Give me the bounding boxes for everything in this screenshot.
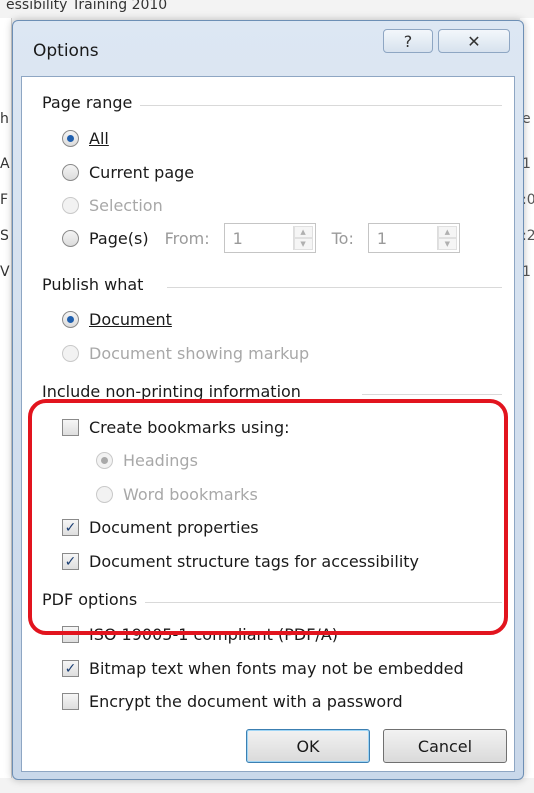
to-label: To: [331, 228, 354, 248]
checkbox-iso[interactable]: ISO 19005-1 compliant (PDF/A) [62, 625, 338, 644]
page-range-heading: Page range [42, 93, 141, 112]
dialog-title: Options [33, 41, 99, 61]
checkbox-create-bookmarks[interactable]: Create bookmarks using: [62, 418, 290, 437]
radio-document-label: Document [89, 310, 172, 329]
spin-down-icon[interactable]: ▼ [437, 238, 457, 250]
dialog-content: Page range All Current page Selection Pa… [21, 76, 515, 772]
checkbox-checked[interactable]: ✓ [62, 660, 79, 677]
encrypt-label: Encrypt the document with a password [89, 692, 403, 711]
radio-headings: Headings [96, 451, 198, 470]
from-spinner-arrows[interactable]: ▲ ▼ [292, 226, 313, 250]
close-icon: ✕ [467, 31, 481, 51]
radio-button-disabled [96, 486, 113, 503]
background-left-strip: h A F S V [0, 18, 12, 778]
non-printing-heading: Include non-printing information [42, 382, 309, 401]
radio-word-bookmarks-label: Word bookmarks [123, 485, 258, 504]
spin-up-icon[interactable]: ▲ [293, 226, 313, 238]
radio-document[interactable]: Document [62, 310, 172, 329]
create-bookmarks-label: Create bookmarks using: [89, 418, 290, 437]
to-spinner[interactable]: 1 ▲ ▼ [367, 223, 460, 253]
document-properties-label: Document properties [89, 518, 259, 537]
radio-word-bookmarks: Word bookmarks [96, 485, 258, 504]
radio-selection: Selection [62, 196, 163, 215]
checkbox-unchecked[interactable] [62, 693, 79, 710]
checkbox-checked[interactable]: ✓ [62, 553, 79, 570]
group-divider [142, 602, 502, 603]
cancel-button[interactable]: Cancel [383, 729, 507, 763]
spin-up-icon[interactable]: ▲ [437, 226, 457, 238]
radio-document-markup-label: Document showing markup [89, 344, 310, 363]
radio-selection-label: Selection [89, 196, 163, 215]
radio-button[interactable] [62, 164, 79, 181]
iso-label: ISO 19005-1 compliant (PDF/A) [89, 625, 339, 644]
publish-what-heading: Publish what [42, 275, 152, 294]
to-value: 1 [376, 228, 388, 248]
background-window-title: essibility Training 2010 [6, 0, 168, 13]
group-divider [167, 287, 502, 288]
background-fragment: F [0, 192, 9, 208]
checkbox-checked[interactable]: ✓ [62, 519, 79, 536]
ok-button[interactable]: OK [246, 729, 370, 763]
from-value: 1 [232, 228, 243, 248]
radio-pages-label: Page(s) [89, 228, 149, 248]
radio-pages[interactable]: Page(s) From: 1 ▲ ▼ To: 1 ▲ ▼ [62, 223, 460, 253]
checkbox-structure-tags[interactable]: ✓ Document structure tags for accessibil… [62, 552, 419, 571]
radio-headings-label: Headings [123, 451, 198, 470]
radio-button-checked[interactable] [62, 130, 79, 147]
background-fragment: S [0, 228, 9, 244]
checkbox-bitmap-text[interactable]: ✓ Bitmap text when fonts may not be embe… [62, 659, 464, 678]
structure-tags-label: Document structure tags for accessibilit… [89, 552, 420, 571]
group-divider [132, 105, 502, 106]
radio-all-label: All [89, 129, 109, 148]
radio-button-disabled [62, 345, 79, 362]
background-fragment: V [0, 264, 10, 280]
bitmap-text-label: Bitmap text when fonts may not be embedd… [89, 659, 464, 678]
from-spinner[interactable]: 1 ▲ ▼ [223, 223, 316, 253]
help-icon: ? [403, 31, 413, 51]
background-fragment: A [0, 156, 10, 172]
radio-button[interactable] [62, 229, 79, 247]
checkbox-unchecked[interactable] [62, 626, 79, 643]
options-dialog: Options ? ✕ Page range All Current page … [12, 20, 524, 780]
radio-button-disabled-checked [96, 452, 113, 469]
close-button[interactable]: ✕ [438, 29, 510, 53]
radio-current-page[interactable]: Current page [62, 163, 194, 182]
to-spinner-arrows[interactable]: ▲ ▼ [436, 226, 457, 250]
radio-current-page-label: Current page [89, 163, 195, 182]
radio-button-checked[interactable] [62, 311, 79, 328]
group-divider [362, 394, 502, 395]
radio-all[interactable]: All [62, 129, 109, 148]
spin-down-icon[interactable]: ▼ [293, 238, 313, 250]
checkbox-unchecked[interactable] [62, 419, 79, 436]
background-fragment: h [0, 111, 9, 127]
checkbox-encrypt[interactable]: Encrypt the document with a password [62, 692, 403, 711]
from-label: From: [164, 228, 210, 248]
pdf-options-heading: PDF options [42, 590, 146, 609]
help-button[interactable]: ? [383, 29, 433, 53]
checkbox-document-properties[interactable]: ✓ Document properties [62, 518, 259, 537]
radio-button-disabled [62, 197, 79, 214]
radio-document-markup: Document showing markup [62, 344, 309, 363]
